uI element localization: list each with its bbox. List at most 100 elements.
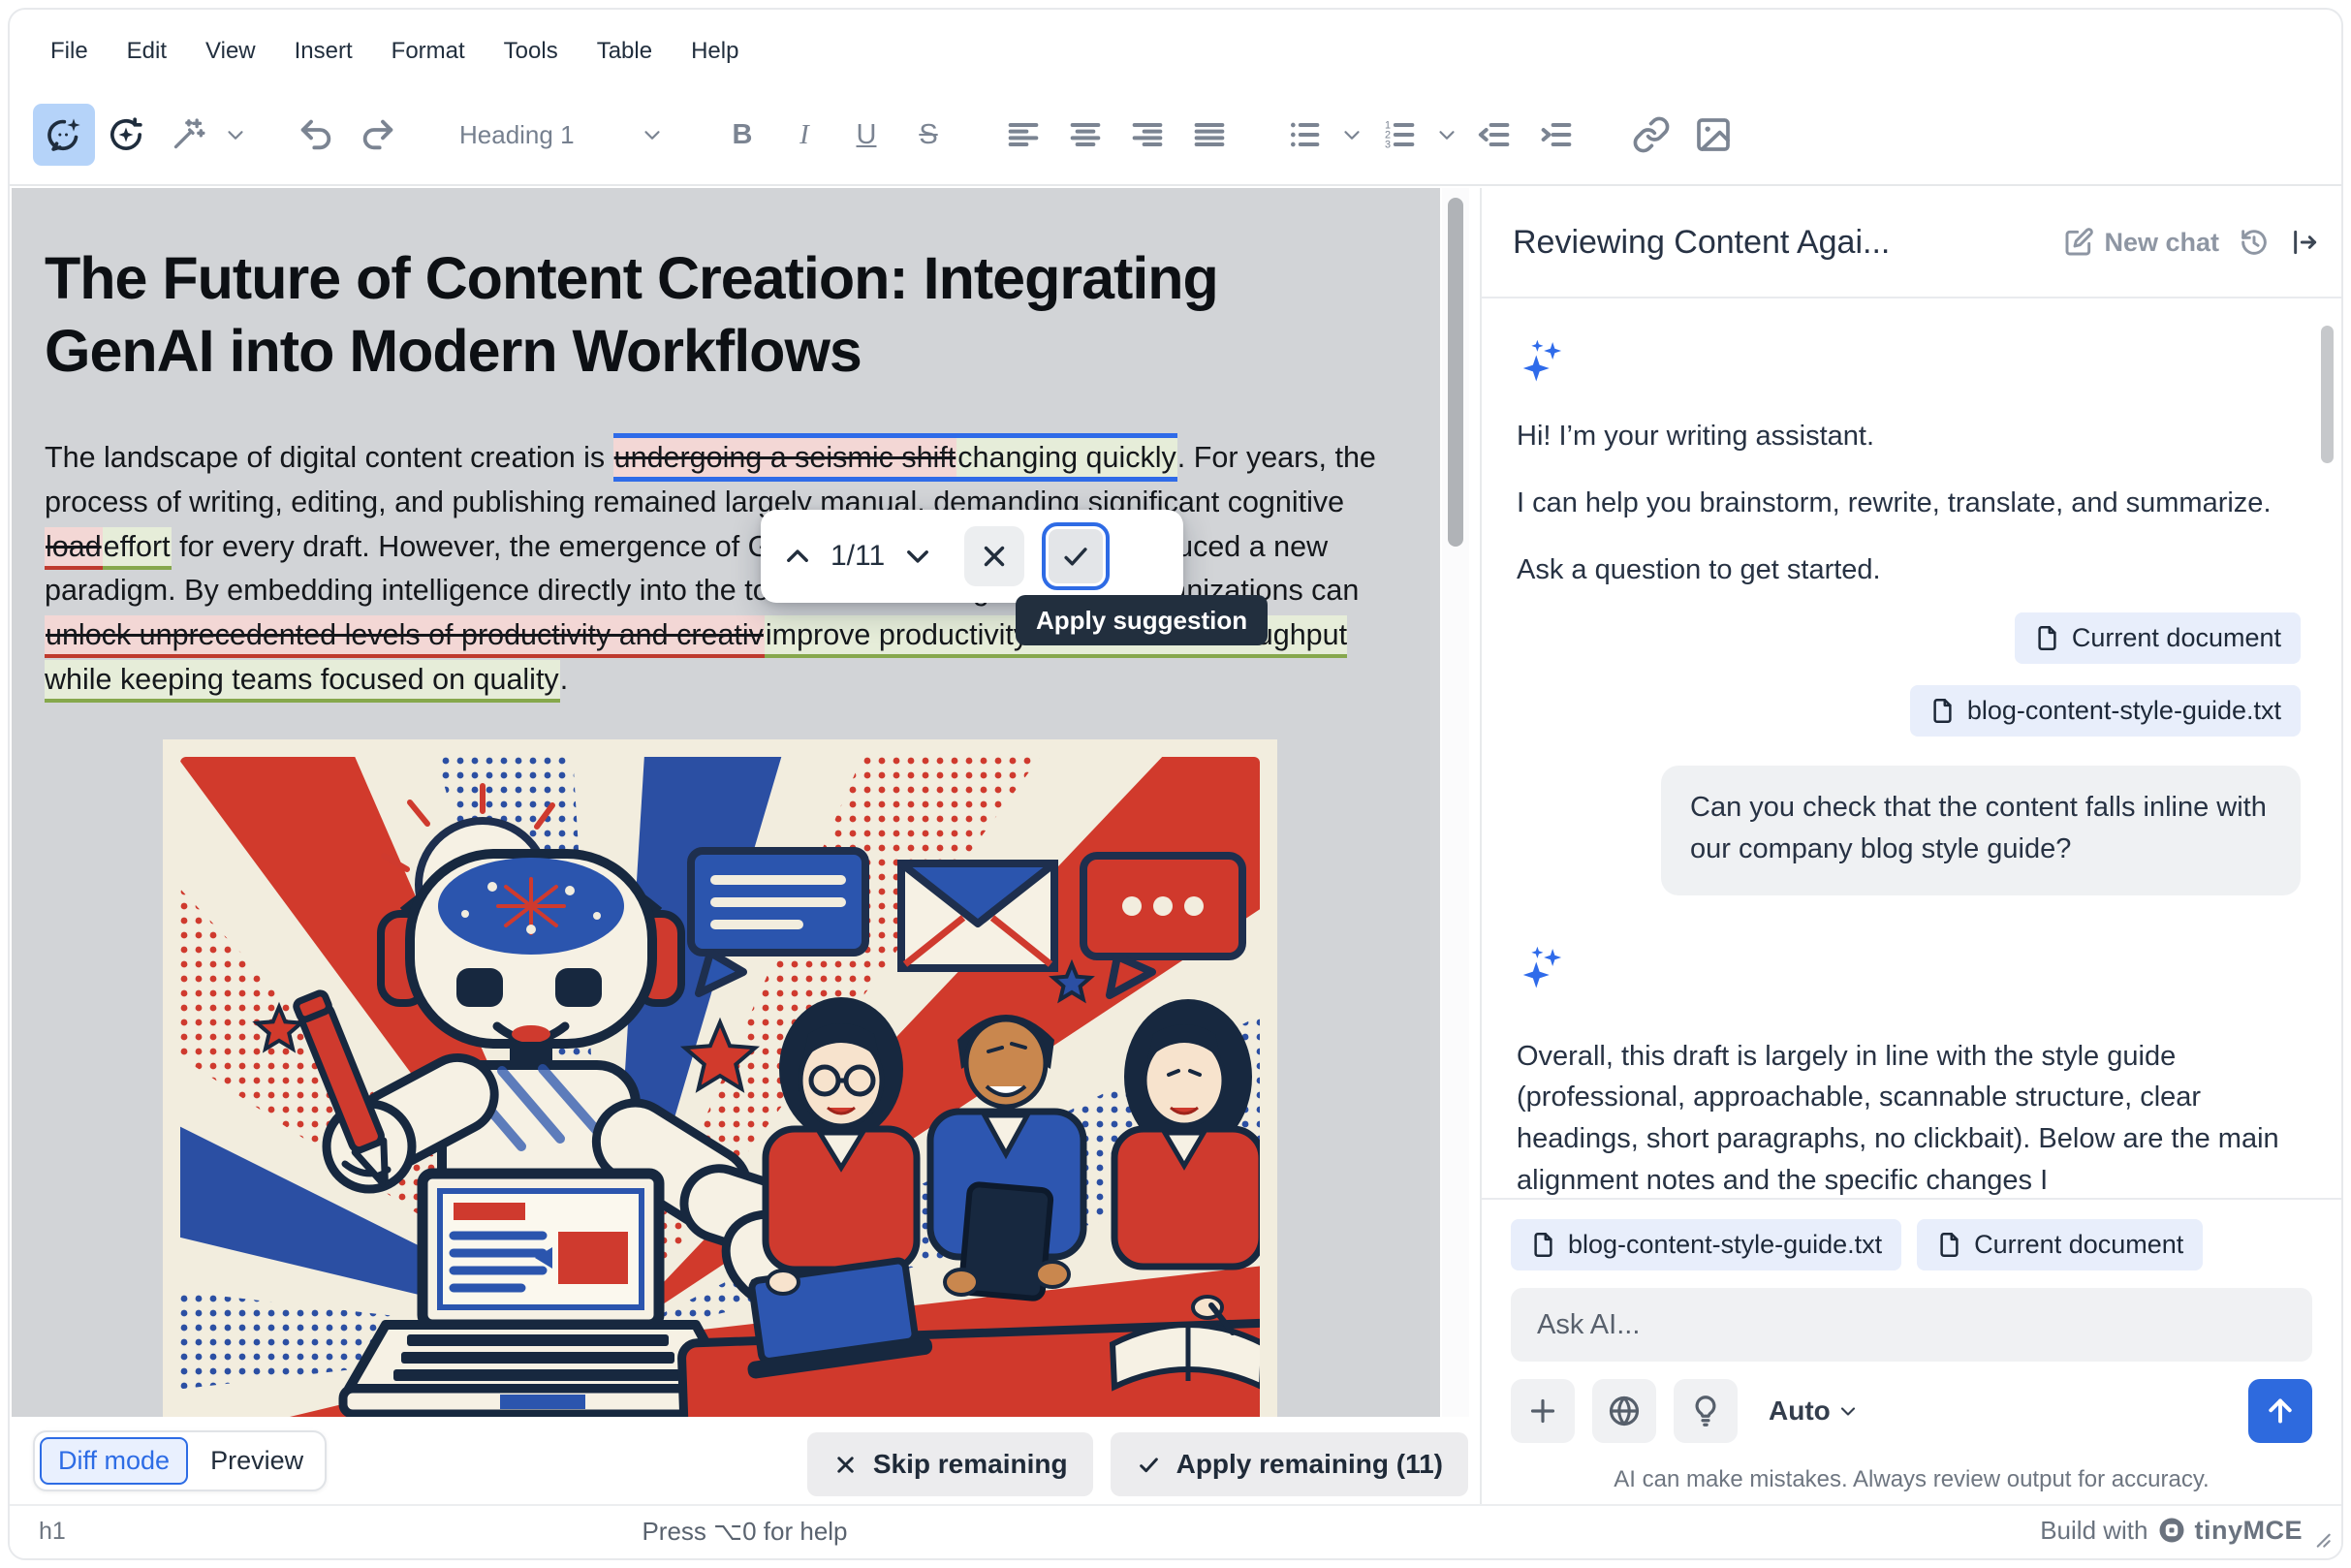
numbered-list-button[interactable]: 123 — [1368, 104, 1430, 166]
lightbulb-icon — [1688, 1394, 1723, 1428]
model-mode-label: Auto — [1769, 1397, 1831, 1425]
tinymce-editor-window: FileEditViewInsertFormatToolsTableHelp — [8, 8, 2343, 1560]
suggestion-insertion[interactable]: effort — [103, 527, 172, 570]
check-icon — [1059, 540, 1092, 573]
ai-assistant-button[interactable] — [33, 104, 95, 166]
italic-button[interactable]: I — [773, 104, 835, 166]
toolbar: Heading 1 B I U S 123 — [10, 85, 2341, 186]
underline-button[interactable]: U — [835, 104, 897, 166]
bullet-list-dropdown[interactable] — [1335, 104, 1368, 166]
ai-sparkles-icon — [1517, 333, 1569, 386]
chevron-down-icon — [901, 540, 934, 573]
suggestion-deletion-selected[interactable]: undergoing a seismic shift — [613, 433, 957, 482]
link-button[interactable] — [1620, 104, 1682, 166]
new-chat-button[interactable]: New chat — [2063, 227, 2219, 258]
link-icon — [1632, 115, 1671, 154]
underline-icon: U — [857, 121, 877, 149]
envelope-doodle — [901, 863, 1054, 968]
context-chip-label: blog-content-style-guide.txt — [1967, 698, 2281, 724]
apply-remaining-button[interactable]: Apply remaining (11) — [1111, 1432, 1468, 1496]
undo-button[interactable] — [285, 104, 347, 166]
context-chip[interactable]: Current document — [1917, 1219, 2203, 1270]
outdent-button[interactable] — [1463, 104, 1525, 166]
bold-button[interactable]: B — [711, 104, 773, 166]
strikethrough-icon: S — [919, 121, 937, 149]
skip-remaining-label: Skip remaining — [873, 1451, 1068, 1478]
redo-button[interactable] — [347, 104, 409, 166]
user-message-bubble: Can you check that the content falls inl… — [1661, 766, 2301, 895]
suggestion-deletion[interactable]: unlock unprecedented levels of productiv… — [45, 615, 765, 658]
menu-edit[interactable]: Edit — [111, 30, 182, 73]
assistant-welcome-line1: Hi! I’m your writing assistant. — [1517, 416, 2301, 457]
collapse-panel-button[interactable] — [2289, 227, 2320, 258]
web-search-button[interactable] — [1592, 1379, 1656, 1443]
align-justify-button[interactable] — [1178, 104, 1240, 166]
menu-file[interactable]: File — [35, 30, 104, 73]
document-scrollbar-thumb[interactable] — [1448, 198, 1463, 547]
undo-icon — [297, 115, 335, 154]
document-icon — [1936, 1232, 1962, 1258]
document-illustration[interactable] — [163, 739, 1277, 1417]
ai-review-button[interactable] — [95, 104, 157, 166]
suggestion-insertion-selected[interactable]: changing quickly — [956, 433, 1177, 482]
chat-scrollbar-thumb[interactable] — [2321, 326, 2334, 463]
image-icon — [1694, 115, 1733, 154]
align-left-button[interactable] — [992, 104, 1054, 166]
model-mode-select[interactable]: Auto — [1769, 1397, 1860, 1425]
assistant-welcome-line2: I can help you brainstorm, rewrite, tran… — [1517, 483, 2301, 524]
diff-mode-tab[interactable]: Diff mode — [40, 1437, 188, 1485]
document-canvas[interactable]: The Future of Content Creation: Integrat… — [12, 188, 1440, 1417]
document-icon — [1929, 698, 1956, 724]
suggestion-popup: 1/11 — [761, 510, 1183, 603]
strikethrough-button[interactable]: S — [897, 104, 959, 166]
chat-header: Reviewing Content Agai... New chat — [1482, 188, 2341, 298]
preview-tab[interactable]: Preview — [194, 1439, 320, 1483]
context-chip[interactable]: blog-content-style-guide.txt — [1511, 1219, 1901, 1270]
menu-view[interactable]: View — [190, 30, 271, 73]
reject-suggestion-button[interactable] — [964, 526, 1024, 586]
chat-history-button[interactable] — [2239, 227, 2270, 258]
ideas-button[interactable] — [1674, 1379, 1738, 1443]
ask-ai-input[interactable] — [1511, 1288, 2312, 1362]
align-right-button[interactable] — [1116, 104, 1178, 166]
add-attachment-button[interactable] — [1511, 1379, 1575, 1443]
ai-shortcuts-button[interactable] — [157, 104, 219, 166]
suggestion-deletion[interactable]: load — [45, 527, 103, 570]
apply-suggestion-button[interactable] — [1049, 529, 1103, 583]
numbered-list-dropdown[interactable] — [1430, 104, 1463, 166]
apply-suggestion-tooltip: Apply suggestion — [1016, 595, 1268, 645]
ai-review-icon — [107, 115, 145, 154]
branding-prefix: Build with — [2040, 1518, 2147, 1543]
context-chip: Current document — [2015, 612, 2301, 664]
insert-image-button[interactable] — [1682, 104, 1744, 166]
document-scrollbar[interactable] — [1442, 188, 1469, 1417]
redo-icon — [359, 115, 397, 154]
accessibility-help-text: Press ⌥0 for help — [10, 1519, 1480, 1544]
document-title[interactable]: The Future of Content Creation: Integrat… — [45, 242, 1348, 388]
bullet-list-button[interactable] — [1273, 104, 1335, 166]
next-suggestion-button[interactable] — [894, 533, 941, 580]
previous-suggestion-button[interactable] — [774, 533, 821, 580]
view-mode-toggle: Diff mode Preview — [33, 1430, 327, 1491]
document-paragraph[interactable]: The landscape of digital content creatio… — [45, 436, 1407, 703]
chevron-up-icon — [781, 540, 814, 573]
menu-help[interactable]: Help — [675, 30, 754, 73]
menu-format[interactable]: Format — [376, 30, 481, 73]
chevron-down-icon — [1434, 122, 1459, 147]
context-chips: Current document blog-content-style-guide… — [1517, 612, 2301, 737]
resize-handle-icon[interactable] — [2308, 1525, 2334, 1551]
suggestion-counter: 1/11 — [827, 542, 889, 571]
menu-tools[interactable]: Tools — [488, 30, 574, 73]
menu-table[interactable]: Table — [581, 30, 668, 73]
editor-pane: The Future of Content Creation: Integrat… — [10, 188, 1480, 1504]
numbered-list-icon: 123 — [1380, 115, 1419, 154]
menu-insert[interactable]: Insert — [279, 30, 368, 73]
indent-button[interactable] — [1525, 104, 1587, 166]
send-button[interactable] — [2248, 1379, 2312, 1443]
skip-remaining-button[interactable]: Skip remaining — [807, 1432, 1093, 1496]
align-center-button[interactable] — [1054, 104, 1116, 166]
apply-remaining-label: Apply remaining (11) — [1176, 1451, 1443, 1478]
align-center-icon — [1066, 115, 1105, 154]
ai-shortcuts-dropdown[interactable] — [219, 104, 252, 166]
block-format-select[interactable]: Heading 1 — [442, 104, 678, 166]
